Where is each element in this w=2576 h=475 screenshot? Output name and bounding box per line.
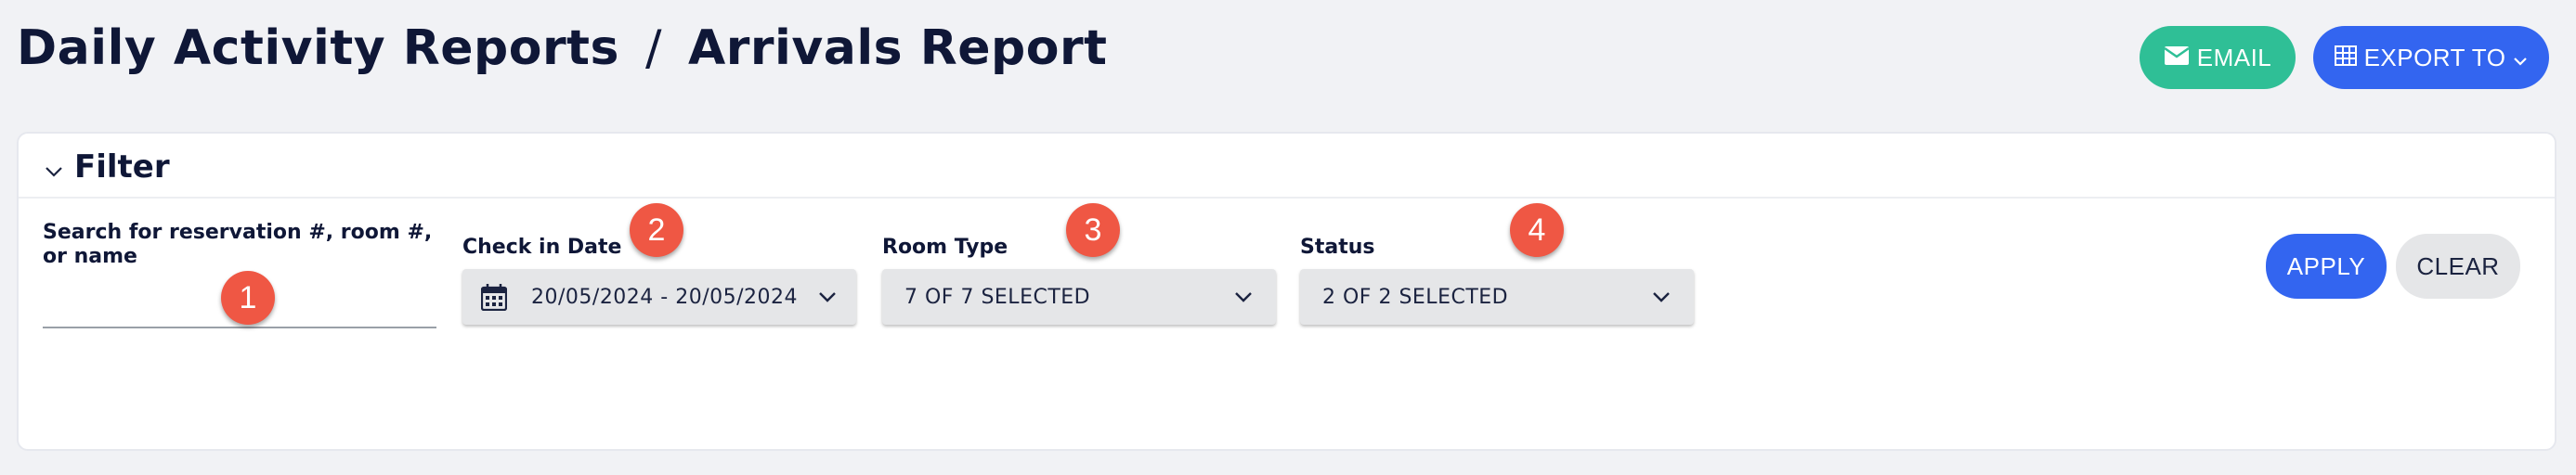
checkin-date-picker[interactable]: 20/05/2024 - 20/05/2024 (462, 269, 856, 325)
status-select[interactable]: 2 OF 2 SELECTED (1300, 269, 1694, 325)
checkin-label: Check in Date (462, 236, 622, 259)
table-icon (2334, 44, 2357, 72)
clear-label: CLEAR (2416, 251, 2500, 280)
chevron-down-icon (2513, 44, 2528, 72)
breadcrumb-parent[interactable]: Daily Activity Reports (17, 20, 619, 76)
clear-button[interactable]: CLEAR (2396, 234, 2520, 299)
annotation-badge-4: 4 (1510, 203, 1564, 257)
filter-divider (19, 197, 2555, 199)
export-button[interactable]: EXPORT TO (2313, 26, 2549, 89)
email-button[interactable]: EMAIL (2140, 26, 2296, 89)
filter-title: Filter (74, 148, 170, 186)
apply-label: APPLY (2286, 251, 2366, 280)
filter-panel: Filter Search for reservation #, room #,… (17, 132, 2556, 451)
chevron-down-icon (1651, 290, 1672, 303)
filter-toggle[interactable]: Filter (45, 148, 170, 186)
breadcrumb-separator: / (644, 20, 662, 76)
envelope-icon (2164, 44, 2190, 72)
status-value: 2 OF 2 SELECTED (1322, 285, 1509, 309)
page-title: Arrivals Report (687, 20, 1108, 76)
status-label: Status (1300, 236, 1375, 259)
annotation-badge-2: 2 (630, 203, 683, 257)
email-label: EMAIL (2196, 43, 2272, 71)
search-label: Search for reservation #, room #, or nam… (43, 221, 433, 268)
room-type-select[interactable]: 7 OF 7 SELECTED (882, 269, 1276, 325)
chevron-down-icon (817, 290, 838, 303)
export-label: EXPORT TO (2363, 43, 2506, 71)
chevron-down-icon (45, 148, 63, 186)
checkin-value: 20/05/2024 - 20/05/2024 (531, 285, 799, 309)
room-type-value: 7 OF 7 SELECTED (904, 285, 1091, 309)
room-type-label: Room Type (882, 236, 1008, 259)
chevron-down-icon (1233, 290, 1254, 303)
search-underline (43, 327, 436, 328)
page-breadcrumb: Daily Activity Reports / Arrivals Report (17, 20, 1107, 76)
calendar-icon (481, 283, 507, 311)
apply-button[interactable]: APPLY (2266, 234, 2387, 299)
annotation-badge-1: 1 (221, 271, 275, 325)
annotation-badge-3: 3 (1066, 203, 1120, 257)
